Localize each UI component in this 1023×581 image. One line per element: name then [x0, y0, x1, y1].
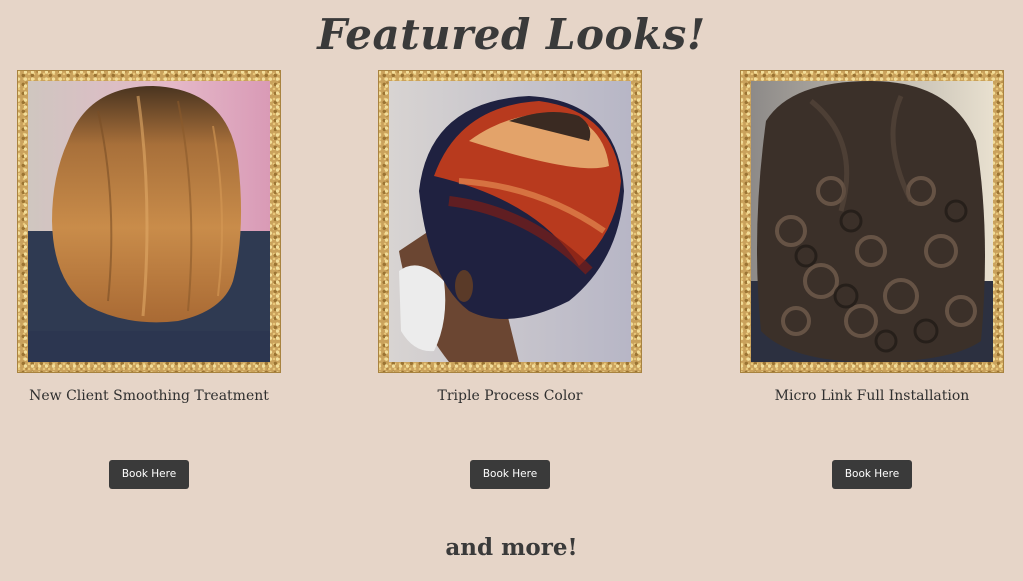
hair-curls-photo: [751, 81, 993, 362]
book-here-button[interactable]: Book Here: [832, 460, 912, 489]
photo-image: [389, 81, 631, 362]
featured-card: Triple Process Color Book Here: [378, 70, 642, 489]
card-title: New Client Smoothing Treatment: [29, 388, 269, 404]
photo-image: [28, 81, 270, 362]
gold-frame: [740, 70, 1004, 373]
card-title: Triple Process Color: [437, 388, 583, 404]
photo-image: [751, 81, 993, 362]
featured-card: Micro Link Full Installation Book Here: [740, 70, 1004, 489]
book-here-button[interactable]: Book Here: [109, 460, 189, 489]
book-here-button[interactable]: Book Here: [470, 460, 550, 489]
gold-frame: [378, 70, 642, 373]
section-title: Featured Looks!: [317, 10, 706, 59]
hair-color-photo: [389, 81, 631, 362]
hair-bob-photo: [28, 81, 270, 362]
card-title: Micro Link Full Installation: [774, 388, 970, 404]
featured-card: New Client Smoothing Treatment Book Here: [17, 70, 281, 489]
gold-frame: [17, 70, 281, 373]
and-more-text: and more!: [445, 534, 578, 561]
